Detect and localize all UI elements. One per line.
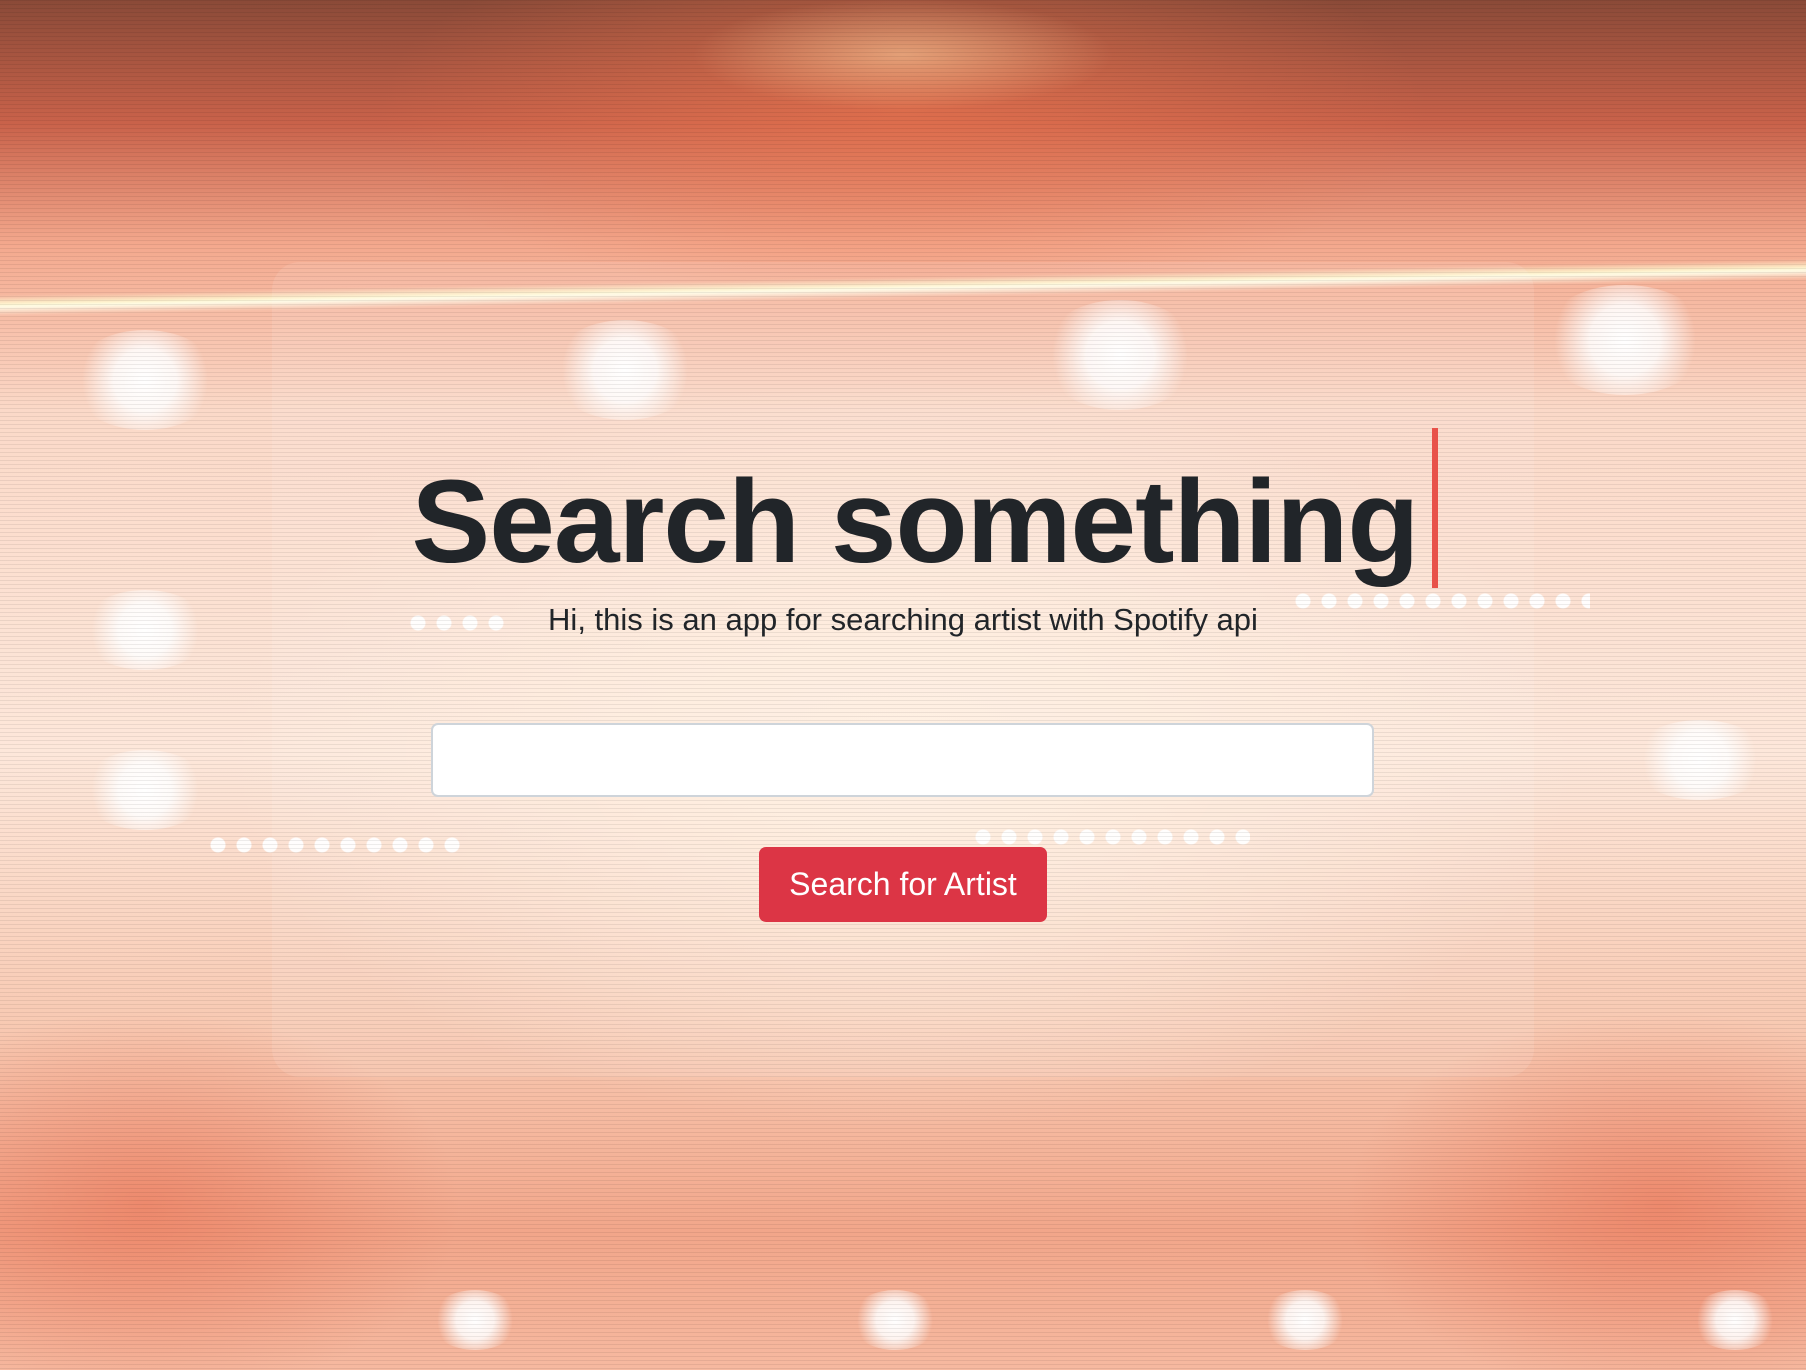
background-flare: [1690, 1290, 1780, 1350]
background-flare: [430, 1290, 520, 1350]
background-flare: [1540, 285, 1710, 395]
page: Search something Hi, this is an app for …: [0, 0, 1806, 1370]
hero-subtitle: Hi, this is an app for searching artist …: [548, 602, 1258, 637]
background-flare: [850, 1290, 940, 1350]
content-card: [272, 262, 1534, 1077]
background-flare: [70, 330, 220, 430]
background-flare: [1630, 720, 1770, 800]
background-flare: [1260, 1290, 1350, 1350]
search-for-artist-button[interactable]: Search for Artist: [759, 847, 1047, 922]
typing-caret: [1432, 428, 1439, 588]
search-input[interactable]: [431, 723, 1374, 797]
page-title: Search something: [411, 456, 1420, 588]
hero-title: Search something: [0, 428, 1806, 592]
background-flare: [80, 750, 210, 830]
